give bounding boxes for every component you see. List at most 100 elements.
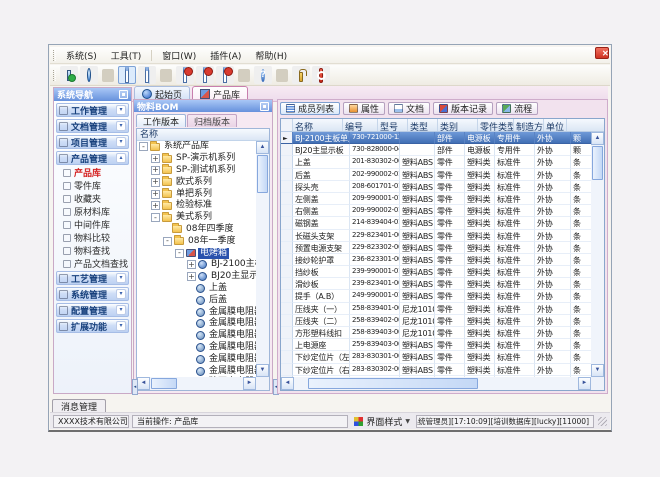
- sidebar-item[interactable]: 项目管理: [56, 135, 129, 149]
- scrollbar-thumb[interactable]: [592, 146, 603, 180]
- ui-style-dropdown[interactable]: 界面样式 ▼: [351, 415, 413, 428]
- table-tab[interactable]: 成员列表: [280, 102, 340, 115]
- toolbar-icon[interactable]: [254, 66, 272, 84]
- expand-toggle-icon[interactable]: [163, 225, 170, 234]
- chevron-icon[interactable]: [116, 321, 126, 331]
- sidebar-item[interactable]: 产品文档查找: [56, 258, 129, 269]
- table-row[interactable]: 磁钢盖 214-839404-01X 塑料ABS 零件 塑料类 标准件 外协 条: [281, 217, 591, 229]
- table-row[interactable]: 长磁头支架 229-823401-00X 塑料ABS 零件 塑料类 标准件 外协…: [281, 230, 591, 242]
- scroll-down-icon[interactable]: ▼: [256, 364, 269, 377]
- table-row[interactable]: 提手（A.B） 249-990001-01X 塑料ABS 零件 塑料类 标准件 …: [281, 290, 591, 302]
- toolbar-icon[interactable]: [80, 66, 98, 84]
- table-row[interactable]: 接纱轮护罩 236-823301-00X 塑料ABS 零件 塑料类 标准件 外协…: [281, 254, 591, 266]
- menu-item[interactable]: 窗口(W): [155, 47, 203, 64]
- expand-toggle-icon[interactable]: [187, 331, 194, 340]
- resize-grip[interactable]: [598, 417, 607, 426]
- scrollbar-thumb[interactable]: [257, 155, 268, 193]
- menu-item[interactable]: 插件(A): [203, 47, 248, 64]
- table-tab[interactable]: 文档: [388, 102, 430, 115]
- grid-column-header[interactable]: 类别: [438, 119, 478, 131]
- scroll-left-icon[interactable]: ◄: [137, 377, 150, 390]
- menubar-grip[interactable]: [53, 50, 56, 61]
- expand-toggle-icon[interactable]: [151, 213, 160, 222]
- chevron-icon[interactable]: [116, 137, 126, 147]
- tree-column-header[interactable]: 名称: [137, 129, 269, 141]
- expand-toggle-icon[interactable]: [151, 178, 160, 187]
- toolbar-icon[interactable]: [60, 66, 78, 84]
- expand-toggle-icon[interactable]: [187, 367, 194, 376]
- sidebar-item[interactable]: 物料比较: [56, 232, 129, 243]
- sidebar-item[interactable]: 中间件库: [56, 219, 129, 230]
- expand-toggle-icon[interactable]: [187, 260, 196, 269]
- expand-toggle-icon[interactable]: [187, 343, 194, 352]
- toolbar-icon[interactable]: [102, 69, 114, 82]
- grid-column-header[interactable]: 编号: [343, 119, 378, 131]
- table-row[interactable]: 压线夹（二） 258-839402-00X 尼龙1010 零件 塑料类 标准件 …: [281, 315, 591, 327]
- chevron-icon[interactable]: [116, 273, 126, 283]
- toolbar-icon[interactable]: [160, 69, 172, 82]
- expand-toggle-icon[interactable]: [187, 319, 194, 328]
- table-row[interactable]: 下纱定位片（右） 283-830302-00X 塑料ABS 零件 塑料类 标准件…: [281, 364, 591, 376]
- toolbar-icon[interactable]: [216, 66, 234, 84]
- tree-node[interactable]: 系统产品库: [137, 141, 256, 153]
- tree-vertical-scrollbar[interactable]: ▲ ▼: [256, 141, 269, 377]
- scrollbar-thumb[interactable]: [308, 378, 478, 389]
- sidebar-item[interactable]: 零件库: [56, 180, 129, 191]
- expand-toggle-icon[interactable]: [151, 154, 160, 163]
- tree-node[interactable]: 08年一季度: [137, 235, 256, 247]
- scroll-right-icon[interactable]: ►: [243, 377, 256, 390]
- scrollbar-thumb[interactable]: [151, 378, 177, 389]
- expand-toggle-icon[interactable]: [187, 355, 194, 364]
- expand-toggle-icon[interactable]: [151, 166, 160, 175]
- table-tab[interactable]: 版本记录: [433, 102, 493, 115]
- table-row[interactable]: 后盖 202-990002-01X 塑料ABS 零件 塑料类 标准件 外协 条: [281, 169, 591, 181]
- toolbar-icon[interactable]: [176, 66, 194, 84]
- toolbar-icon[interactable]: [138, 66, 156, 84]
- tree-node[interactable]: SP-测试机系列: [137, 165, 256, 177]
- sidebar-item[interactable]: 产品库: [56, 167, 129, 178]
- grid-column-header[interactable]: 零件类型: [478, 119, 514, 131]
- grid-column-header[interactable]: 名称: [293, 119, 343, 131]
- table-horizontal-scrollbar[interactable]: ◄ ►: [281, 377, 591, 390]
- tree-node[interactable]: 金属膜电阻器: [137, 365, 256, 377]
- chevron-icon[interactable]: [116, 305, 126, 315]
- table-row[interactable]: 上电源座 259-839403-00X 塑料ABS 零件 塑料类 标准件 外协 …: [281, 339, 591, 351]
- expand-toggle-icon[interactable]: [151, 190, 160, 199]
- tree-node[interactable]: 欧式系列: [137, 176, 256, 188]
- tree-node[interactable]: SP-演示机系列: [137, 153, 256, 165]
- tree-node[interactable]: 金属膜电阻器: [137, 353, 256, 365]
- sidebar-item[interactable]: 系统管理: [56, 287, 129, 301]
- grid-column-header[interactable]: 单位: [544, 119, 567, 131]
- sidebar-item[interactable]: 产品管理: [56, 151, 129, 165]
- scroll-right-icon[interactable]: ►: [578, 377, 591, 390]
- splitter-collapse-button[interactable]: [132, 379, 138, 395]
- chevron-icon[interactable]: [116, 289, 126, 299]
- tree-node[interactable]: 金属膜电阻器: [137, 318, 256, 330]
- scroll-up-icon[interactable]: ▲: [256, 141, 269, 154]
- tree-node[interactable]: 电烤箱: [137, 247, 256, 259]
- expand-toggle-icon[interactable]: [187, 284, 194, 293]
- pin-icon[interactable]: ▪: [119, 90, 128, 99]
- toolbar-icon[interactable]: [276, 69, 288, 82]
- tree-node[interactable]: BJ20主显示板: [137, 271, 256, 283]
- chevron-icon[interactable]: [116, 105, 126, 115]
- scroll-left-icon[interactable]: ◄: [281, 377, 294, 390]
- scroll-up-icon[interactable]: ▲: [591, 132, 604, 145]
- table-row[interactable]: 上盖 201-830302-00X 塑料ABS 零件 塑料类 标准件 外协 条: [281, 156, 591, 168]
- tree-node[interactable]: 单把系列: [137, 188, 256, 200]
- tree-node[interactable]: 金属膜电阻器: [137, 306, 256, 318]
- tree-node[interactable]: 后盖: [137, 294, 256, 306]
- sidebar-item[interactable]: 工艺管理: [56, 271, 129, 285]
- table-vertical-scrollbar[interactable]: ▲ ▼: [591, 132, 604, 377]
- tree-node[interactable]: 检验标准: [137, 200, 256, 212]
- expand-toggle-icon[interactable]: [163, 237, 172, 246]
- sidebar-item[interactable]: 文档管理: [56, 119, 129, 133]
- table-row[interactable]: 压线夹（一） 258-839401-00X 尼龙1010 零件 塑料类 标准件 …: [281, 303, 591, 315]
- chevron-icon[interactable]: [116, 153, 126, 163]
- tree-node[interactable]: 美式系列: [137, 212, 256, 224]
- tree-version-tab[interactable]: 归档版本: [187, 114, 237, 127]
- sidebar-item[interactable]: 配置管理: [56, 303, 129, 317]
- expand-toggle-icon[interactable]: [187, 296, 194, 305]
- toolbar-icon[interactable]: [196, 66, 214, 84]
- table-row[interactable]: 挡纱板 239-990001-01X 塑料ABS 零件 塑料类 标准件 外协 条: [281, 266, 591, 278]
